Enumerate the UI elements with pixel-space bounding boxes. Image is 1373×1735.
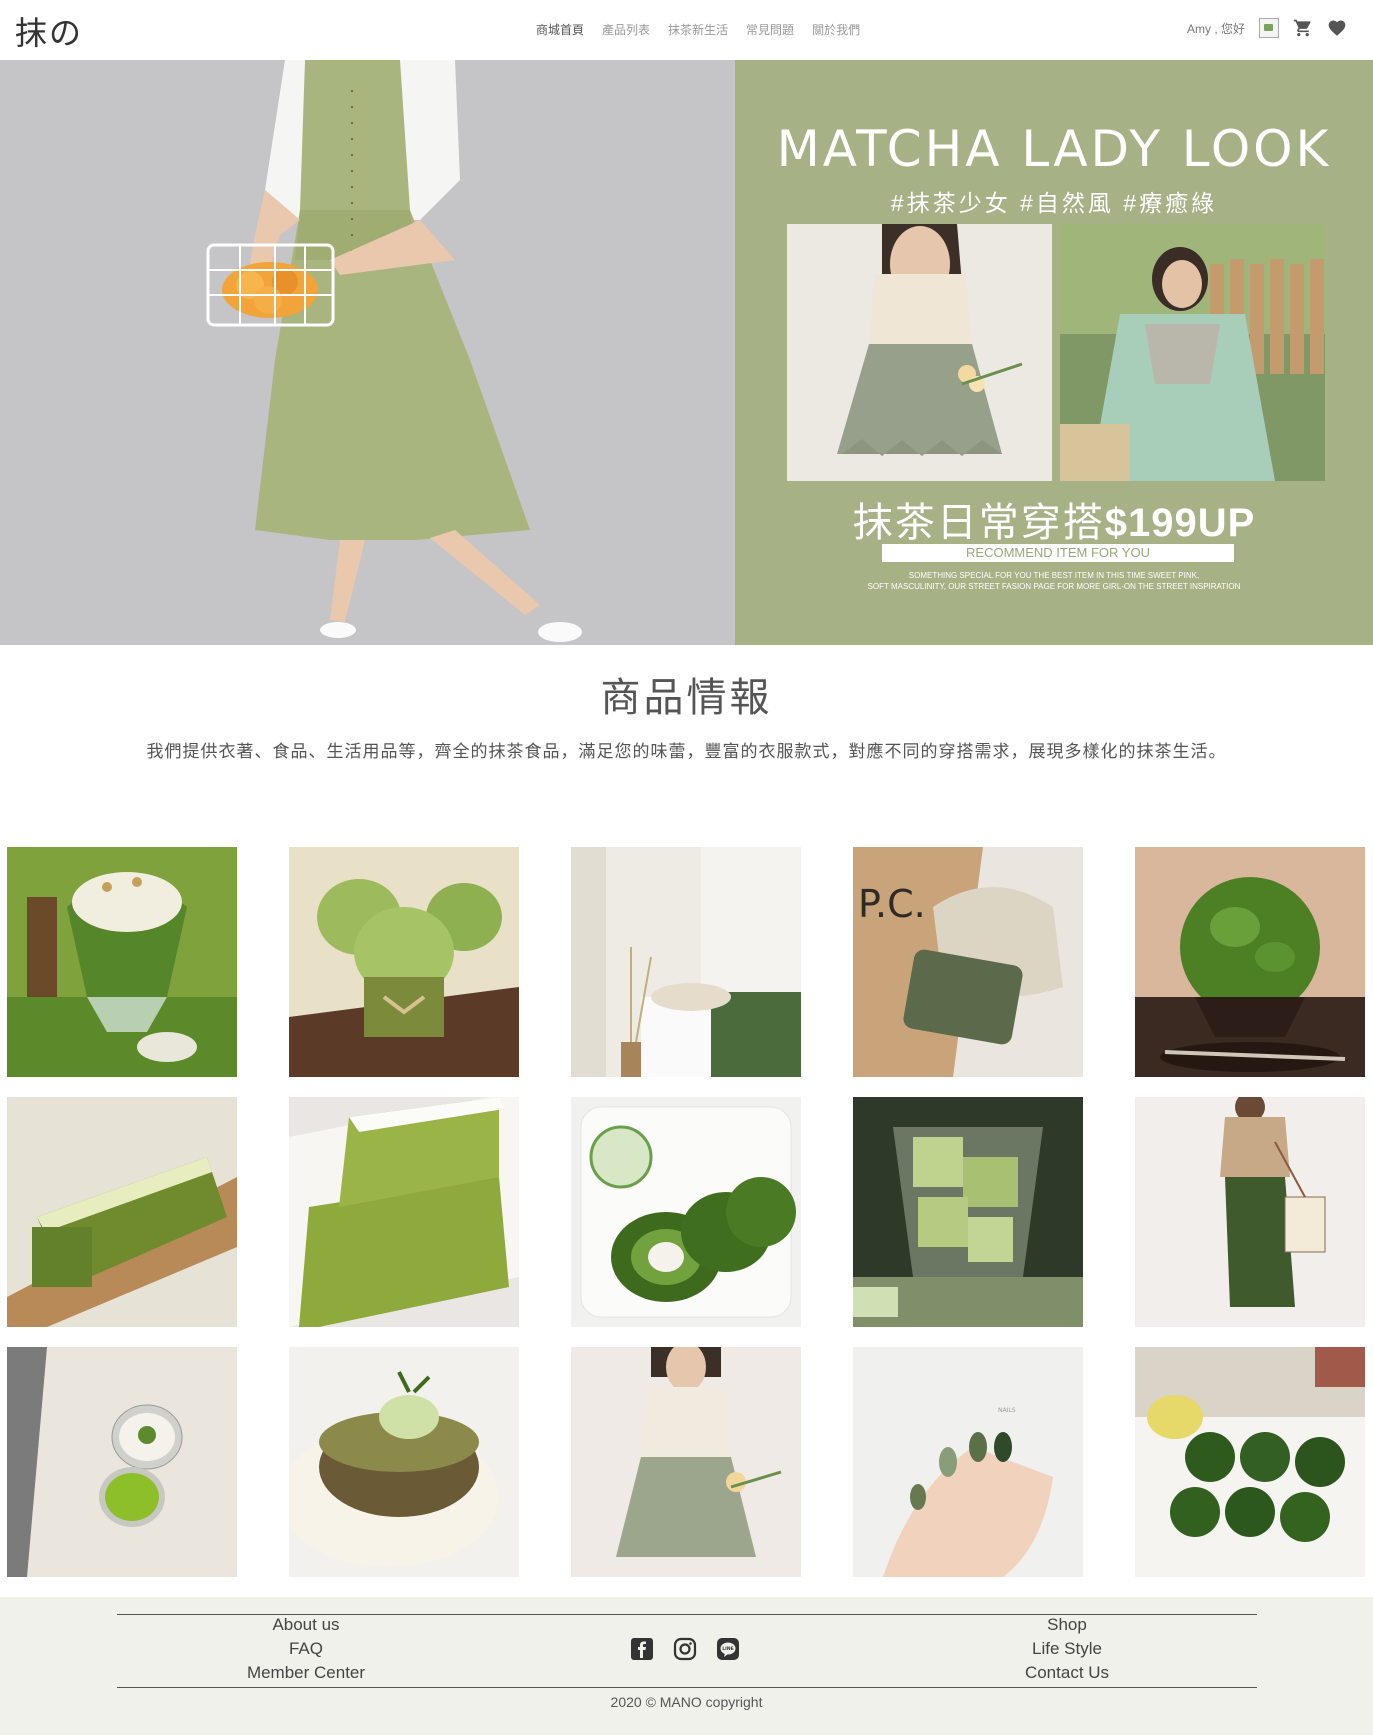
hero-promo-label: 抹茶日常穿搭 [852, 501, 1105, 545]
product-tile-matcha-chocolate-cake[interactable] [289, 1347, 519, 1577]
product-tile-matcha-sponge-cake[interactable] [289, 1097, 519, 1327]
footer-link-about[interactable]: About us [206, 1613, 406, 1637]
footer-link-contact[interactable]: Contact Us [967, 1661, 1167, 1685]
hero-promo-text: 抹茶日常穿搭$199UP [735, 490, 1373, 548]
product-tile-matcha-balm[interactable] [7, 1347, 237, 1577]
footer-link-faq[interactable]: FAQ [206, 1637, 406, 1661]
product-tile-matcha-cupcake[interactable] [289, 847, 519, 1077]
product-tile-matcha-girl-outfit[interactable] [571, 1347, 801, 1577]
hero-banner[interactable]: MATCHA LADY LOOK #抹茶少女 #自然風 #療癒綠 抹茶日常穿搭$… [0, 60, 1373, 645]
nav-products[interactable]: 產品列表 [602, 21, 650, 38]
hero-small-line-2: SOFT MASCULINITY, OUR STREET FASION PAGE… [867, 582, 1241, 591]
svg-text:P.C.: P.C. [858, 882, 926, 926]
footer-link-member-center[interactable]: Member Center [206, 1661, 406, 1685]
product-tile-bedroom[interactable] [571, 847, 801, 1077]
main-nav: 商城首頁 產品列表 抹茶新生活 常見問題 關於我們 [536, 21, 860, 38]
section-description: 我們提供衣著、食品、生活用品等，齊全的抹茶食品，滿足您的味蕾，豐富的衣服款式，對… [146, 742, 1227, 761]
copyright: 2020 © MANO copyright [610, 1694, 763, 1710]
footer-link-shop[interactable]: Shop [967, 1613, 1167, 1637]
user-area: Amy , 您好 [1187, 18, 1347, 38]
product-tile-green-skirt-outfit[interactable] [1135, 1097, 1365, 1327]
product-tile-card-wallet[interactable]: P.C. [853, 847, 1083, 1077]
section-title: 商品情報 [600, 676, 773, 720]
svg-text:LINE: LINE [722, 1646, 733, 1652]
product-tile-matcha-shaved-ice[interactable] [7, 847, 237, 1077]
nav-matcha-life[interactable]: 抹茶新生活 [668, 21, 728, 38]
hero-promo-panel: MATCHA LADY LOOK #抹茶少女 #自然風 #療癒綠 抹茶日常穿搭$… [735, 60, 1373, 645]
nav-about[interactable]: 關於我們 [812, 21, 860, 38]
avatar[interactable] [1259, 18, 1279, 38]
footer-link-life-style[interactable]: Life Style [967, 1637, 1167, 1661]
hero-promo-price: $199UP [1104, 501, 1256, 545]
product-tile-matcha-nails[interactable]: NAILS [853, 1347, 1083, 1577]
product-tile-matcha-marshmallow[interactable] [853, 1097, 1083, 1327]
hero-small-text: SOMETHING SPECIAL FOR YOU THE BEST ITEM … [735, 570, 1373, 592]
hero-recommend-bar: RECOMMEND ITEM FOR YOU [882, 544, 1234, 562]
hero-photo-skirt [787, 224, 1052, 481]
cart-icon[interactable] [1293, 18, 1313, 38]
nav-faq[interactable]: 常見問題 [746, 21, 794, 38]
heart-icon[interactable] [1327, 18, 1347, 38]
svg-text:NAILS: NAILS [998, 1407, 1016, 1414]
hero-small-line-1: SOMETHING SPECIAL FOR YOU THE BEST ITEM … [908, 571, 1200, 580]
product-tile-matcha-cupcakes-tray[interactable] [1135, 1347, 1365, 1577]
footer-divider-bottom [117, 1687, 1257, 1688]
hero-tags: #抹茶少女 #自然風 #療癒綠 [890, 190, 1218, 216]
instagram-icon[interactable] [673, 1637, 697, 1661]
site-header: 抹の 商城首頁 產品列表 抹茶新生活 常見問題 關於我們 Amy , 您好 [0, 0, 1373, 60]
hero-photo-dress [1060, 224, 1325, 481]
social-links: LINE [630, 1637, 740, 1661]
hero-model-photo [0, 60, 735, 645]
nav-home[interactable]: 商城首頁 [536, 21, 584, 38]
product-tile-matcha-ice-bowl[interactable] [1135, 847, 1365, 1077]
footer-links-left: About us FAQ Member Center [206, 1613, 406, 1685]
footer-links-right: Shop Life Style Contact Us [967, 1613, 1167, 1685]
user-greeting[interactable]: Amy , 您好 [1187, 20, 1245, 37]
line-icon[interactable]: LINE [716, 1637, 740, 1661]
hero-title: MATCHA LADY LOOK [776, 120, 1332, 178]
site-logo[interactable]: 抹の [15, 8, 83, 54]
product-tile-matcha-pound-cake[interactable] [7, 1097, 237, 1327]
site-footer: About us FAQ Member Center LINE Shop Lif… [0, 1597, 1373, 1735]
facebook-icon[interactable] [630, 1637, 654, 1661]
product-tile-matcha-roll-cake[interactable] [571, 1097, 801, 1327]
